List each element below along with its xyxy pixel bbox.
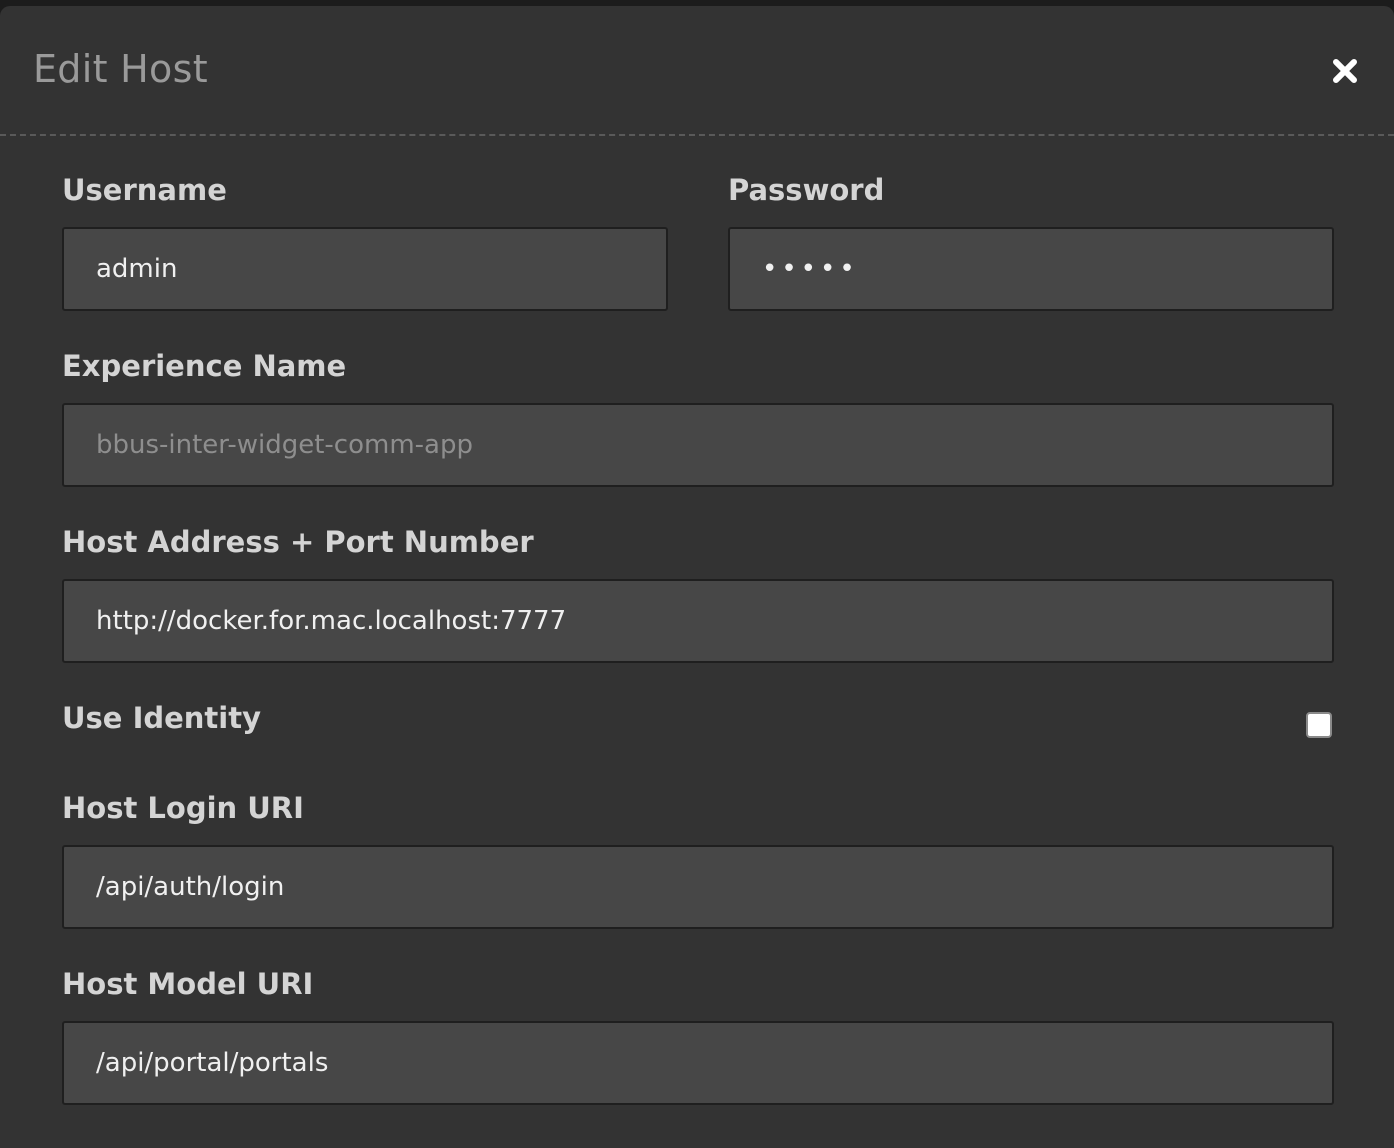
host-model-uri-input[interactable] bbox=[64, 1023, 1332, 1103]
host-login-uri-field-wrapper bbox=[62, 845, 1334, 929]
host-address-input[interactable] bbox=[64, 581, 1332, 661]
close-icon bbox=[1333, 59, 1357, 83]
password-field-wrapper bbox=[728, 227, 1334, 311]
username-input[interactable] bbox=[64, 229, 666, 309]
edit-host-dialog: Edit Host Username Password Experience N… bbox=[0, 6, 1394, 1148]
password-input[interactable] bbox=[730, 229, 1332, 309]
host-model-uri-label: Host Model URI bbox=[62, 967, 314, 1001]
use-identity-checkbox[interactable] bbox=[1306, 712, 1332, 738]
dialog-title: Edit Host bbox=[33, 47, 208, 91]
use-identity-label: Use Identity bbox=[62, 701, 262, 735]
experience-name-field-wrapper bbox=[62, 403, 1334, 487]
password-label: Password bbox=[728, 173, 885, 207]
host-address-label: Host Address + Port Number bbox=[62, 525, 534, 559]
experience-name-label: Experience Name bbox=[62, 349, 347, 383]
dialog-header: Edit Host bbox=[0, 6, 1394, 136]
experience-name-input[interactable] bbox=[64, 405, 1332, 485]
host-address-field-wrapper bbox=[62, 579, 1334, 663]
host-login-uri-input[interactable] bbox=[64, 847, 1332, 927]
username-field-wrapper bbox=[62, 227, 668, 311]
host-login-uri-label: Host Login URI bbox=[62, 791, 304, 825]
username-label: Username bbox=[62, 173, 227, 207]
host-model-uri-field-wrapper bbox=[62, 1021, 1334, 1105]
close-button[interactable] bbox=[1326, 52, 1364, 90]
